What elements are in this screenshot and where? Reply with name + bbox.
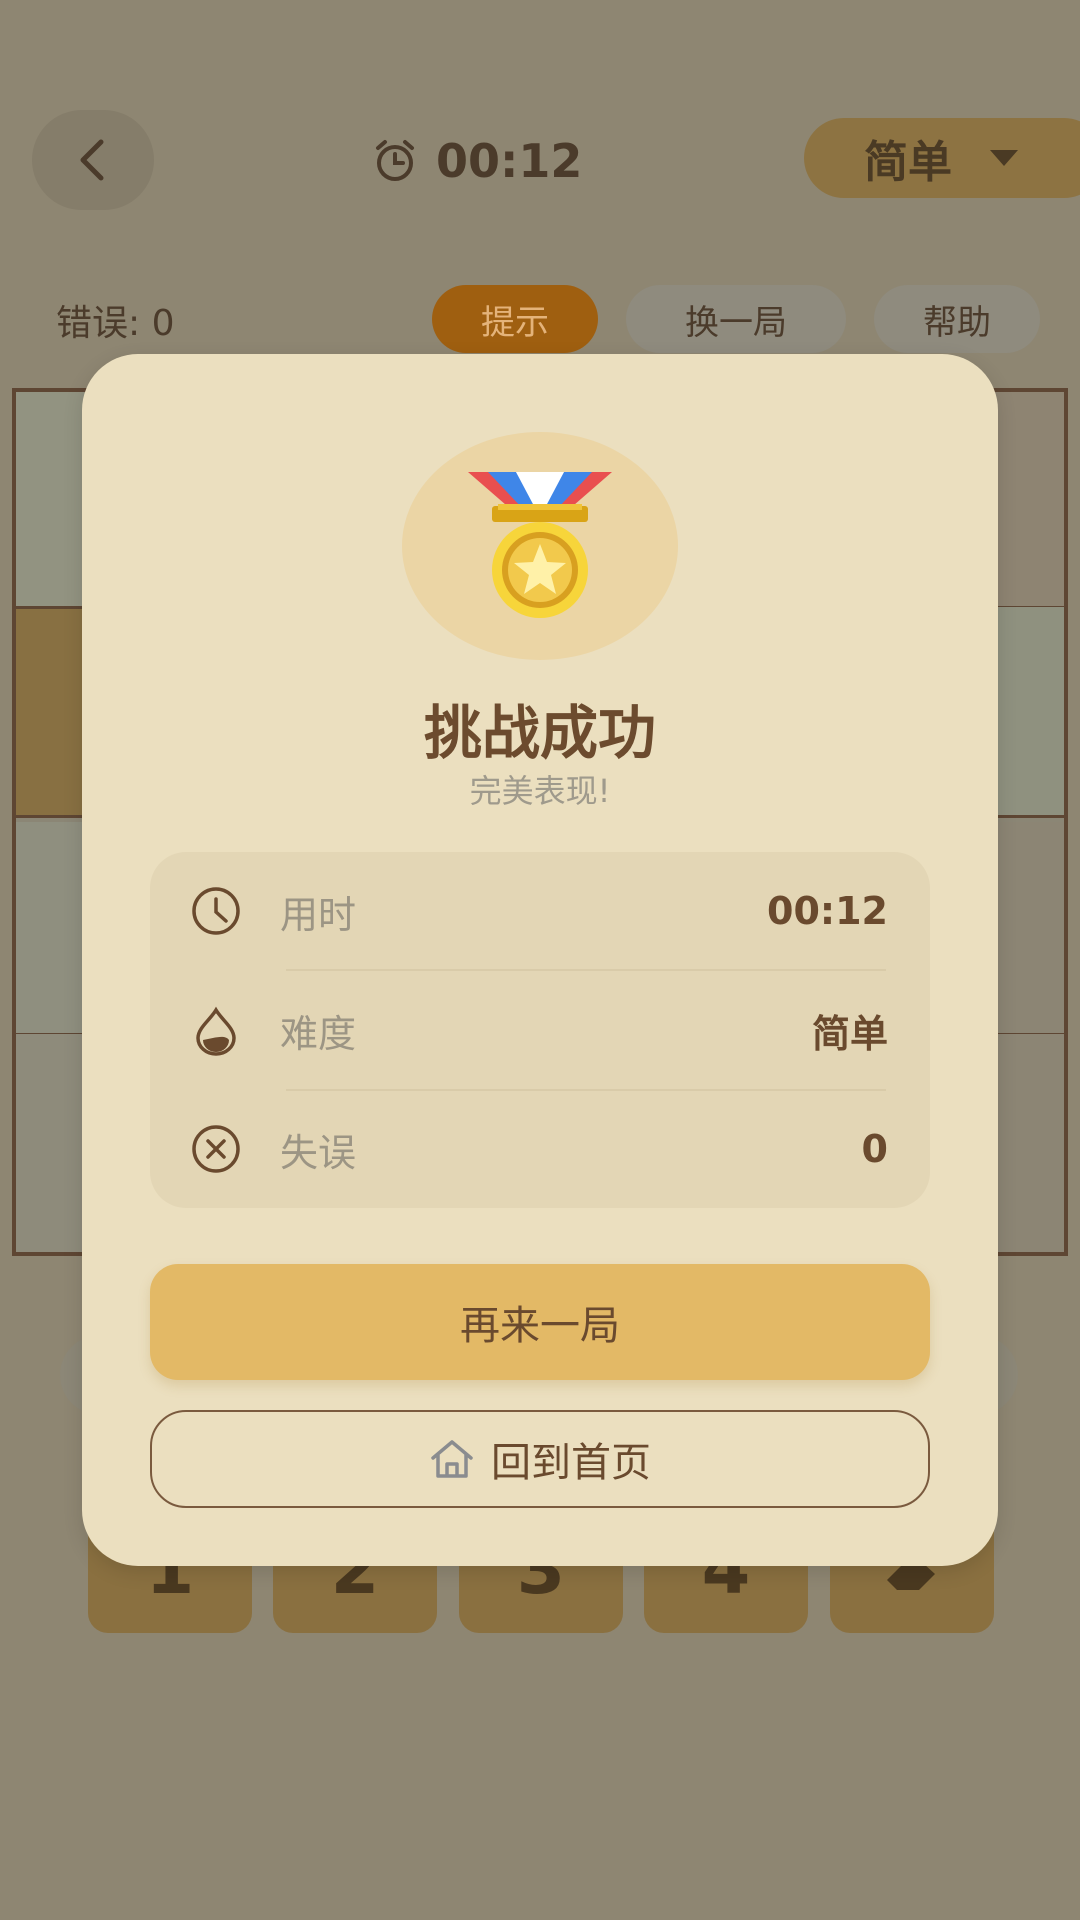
dialog-subtitle: 完美表现! xyxy=(469,772,611,810)
stat-value: 0 xyxy=(861,1127,888,1171)
medal-icon xyxy=(468,472,612,618)
difficulty-dropdown[interactable]: 简单 xyxy=(804,118,1080,198)
stat-value: 00:12 xyxy=(767,889,888,933)
game-timer: 00:12 xyxy=(372,126,582,196)
stat-row-time: 用时 00:12 xyxy=(150,852,930,970)
back-button[interactable] xyxy=(32,110,154,210)
stat-label: 难度 xyxy=(280,1011,357,1056)
chevron-left-icon xyxy=(80,139,104,181)
play-again-button[interactable]: 再来一局 xyxy=(150,1264,930,1380)
stat-row-mistakes: 失误 0 xyxy=(150,1090,930,1208)
difficulty-label: 简单 xyxy=(864,137,952,188)
stat-label: 用时 xyxy=(280,892,357,937)
timer-text: 00:12 xyxy=(436,134,583,188)
alarm-clock-icon xyxy=(376,140,414,181)
stat-row-difficulty: 难度 简单 xyxy=(150,971,930,1089)
stats-panel: 用时 00:12 难度 简单 失误 0 xyxy=(150,852,930,1208)
help-button[interactable]: 帮助 xyxy=(874,285,1040,353)
home-button-label: 回到首页 xyxy=(491,1440,651,1486)
stat-value: 简单 xyxy=(811,1011,888,1056)
dialog-title: 挑战成功 xyxy=(423,699,656,767)
hint-button[interactable]: 提示 xyxy=(432,285,598,353)
home-icon xyxy=(431,1440,473,1478)
close-circle-icon xyxy=(192,1125,240,1173)
clock-icon xyxy=(192,887,240,935)
caret-down-icon xyxy=(990,150,1018,166)
home-button[interactable]: 回到首页 xyxy=(150,1410,930,1508)
stat-label: 失误 xyxy=(280,1130,357,1175)
errors-counter: 错误: 0 xyxy=(56,303,175,344)
new-game-button[interactable]: 换一局 xyxy=(626,285,846,353)
difficulty-icon xyxy=(196,1006,236,1056)
